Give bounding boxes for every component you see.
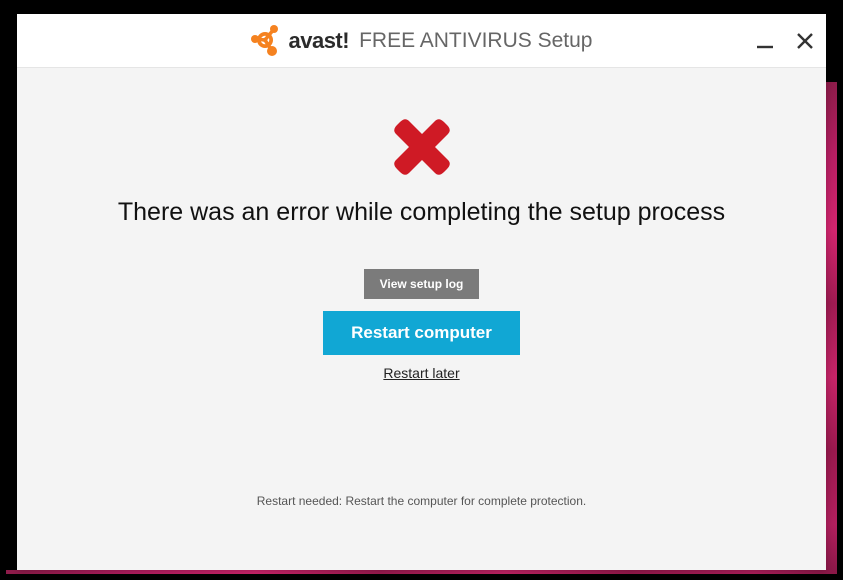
brand-name: avast! [288, 28, 349, 54]
error-heading: There was an error while completing the … [118, 198, 725, 227]
window-controls [752, 28, 818, 54]
view-setup-log-button[interactable]: View setup log [364, 269, 480, 299]
close-button[interactable] [792, 28, 818, 54]
minimize-icon [755, 31, 775, 51]
error-x-icon [387, 112, 457, 182]
desktop-background-strip [826, 82, 837, 574]
avast-logo-icon [250, 25, 282, 57]
content-area: There was an error while completing the … [17, 68, 826, 570]
close-icon [795, 31, 815, 51]
minimize-button[interactable] [752, 28, 778, 54]
titlebar: avast! FREE ANTIVIRUS Setup [17, 14, 826, 68]
setup-window: avast! FREE ANTIVIRUS Setup There was [17, 14, 826, 570]
desktop-background-strip [6, 570, 837, 574]
footer-note: Restart needed: Restart the computer for… [17, 494, 826, 508]
brand-container: avast! FREE ANTIVIRUS Setup [250, 25, 592, 57]
restart-computer-button[interactable]: Restart computer [323, 311, 520, 355]
restart-later-link[interactable]: Restart later [383, 365, 459, 381]
window-title: FREE ANTIVIRUS Setup [359, 29, 592, 53]
